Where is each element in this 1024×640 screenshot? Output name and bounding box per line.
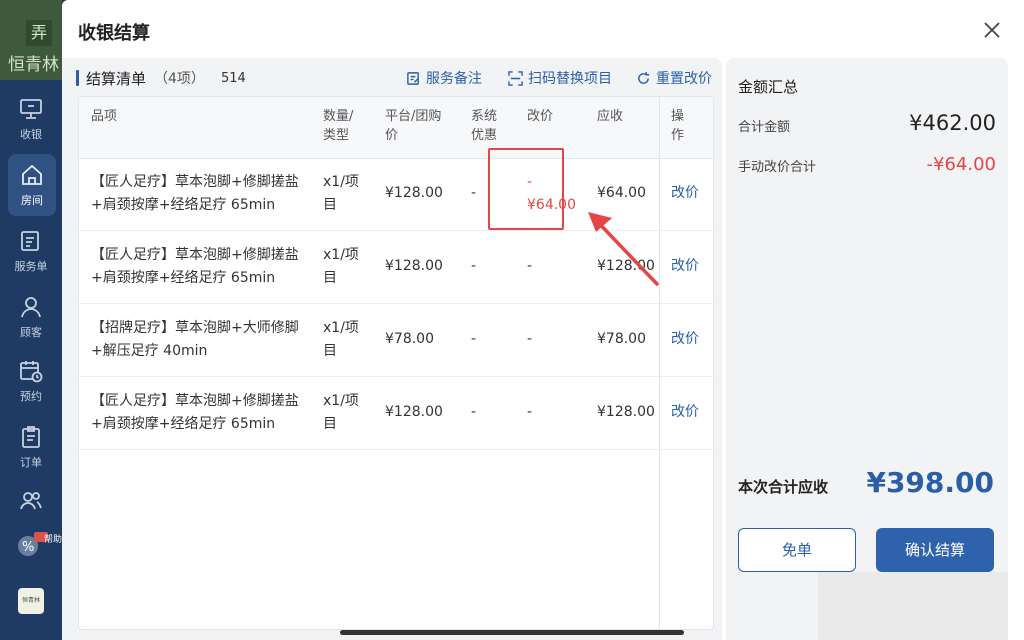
clipboard-icon [22,426,40,448]
nav-label: 收银 [20,128,42,141]
header-discount: 系统优惠 [471,109,498,143]
total-amount-label: 合计金额 [738,120,791,135]
footer-logo: 恒青林 [0,588,62,614]
item-name: 【匠人足疗】草本泡脚+修脚搓盐+肩颈按摩+经络足疗 65min [91,393,299,432]
item-price: ¥128.00 [385,258,443,274]
help-logo-icon: % [18,532,48,556]
op-column-divider [659,97,660,629]
item-name: 【匠人足疗】草本泡脚+修脚搓盐+肩颈按摩+经络足疗 65min [91,247,299,286]
item-adjust: - [527,258,533,274]
adjust-price-link[interactable]: 改价 [671,255,699,278]
close-icon[interactable] [980,18,1004,42]
nav-label: 服务单 [14,260,48,273]
side-nav: 弄 恒青林 收银 房间 服务单 顾客 预约 订单 % 帮助 恒青林 [0,0,62,640]
item-qty: x1/项目 [323,247,359,286]
free-order-button[interactable]: 免单 [738,528,856,572]
header-receivable: 应收 [597,109,624,124]
brand-name: 恒青林 [8,55,59,75]
settlement-list-card: 结算清单 （4项） 514 服务备注 扫码替换项目 重置改价 品项 数量/类型 … [62,58,722,640]
house-icon [22,164,42,185]
confirm-checkout-button[interactable]: 确认结算 [876,528,994,572]
obscured-corner [818,572,1008,640]
checkout-modal: 收银结算 结算清单 （4项） 514 服务备注 扫码替换项目 重置改价 品项 数… [62,0,1024,640]
item-name: 【匠人足疗】草本泡脚+修脚搓盐+肩颈按摩+经络足疗 65min [91,174,299,213]
nav-item-orders[interactable]: 订单 [0,424,62,470]
item-qty: x1/项目 [323,320,359,359]
table-row: 【匠人足疗】草本泡脚+修脚搓盐+肩颈按摩+经络足疗 65min x1/项目 ¥1… [79,378,713,450]
help-badge: 帮助 [44,535,62,545]
nav-label: 顾客 [20,326,42,339]
footer-logo-text: 恒青林 [18,588,44,614]
adjust-price-link[interactable]: 改价 [671,401,699,424]
service-note-label: 服务备注 [426,71,482,87]
item-receivable: ¥128.00 [597,404,655,420]
reset-price-button[interactable]: 重置改价 [636,68,712,88]
nav-item-customer[interactable]: 顾客 [0,294,62,340]
brand-logo: 弄 [26,20,52,46]
scan-replace-label: 扫码替换项目 [528,71,612,87]
list-count: （4项） [154,71,205,87]
item-name: 【招牌足疗】草本泡脚+大师修脚+解压足疗 40min [91,320,299,359]
nav-label: 房间 [21,194,43,207]
annotation-highlight-box [488,148,564,230]
adjust-price-link[interactable]: 改价 [671,182,699,205]
item-adjust: - [527,404,533,420]
nav-item-room[interactable]: 房间 [8,154,56,216]
home-indicator [340,630,684,635]
user-icon [21,297,41,318]
item-discount: - [471,404,477,420]
group-icon [20,492,42,510]
header-item: 品项 [91,109,118,124]
brand-area: 弄 恒青林 [0,0,62,80]
item-price: ¥128.00 [385,185,443,201]
monitor-icon [20,99,42,119]
item-qty: x1/项目 [323,393,359,432]
settlement-table: 品项 数量/类型 平台/团购价 系统优惠 改价 应收 操作 【匠人足疗】草本泡脚… [78,96,714,630]
scan-icon [508,70,523,86]
manual-adjust-label: 手动改价合计 [738,160,817,175]
table-header: 品项 数量/类型 平台/团购价 系统优惠 改价 应收 操作 [79,97,713,159]
due-total-value: ¥398.00 [866,466,994,499]
nav-item-service[interactable]: 服务单 [0,228,62,274]
nav-item-help[interactable]: % 帮助 [0,530,62,564]
reset-price-label: 重置改价 [656,71,712,87]
nav-item-booking[interactable]: 预约 [0,358,62,404]
header-price: 平台/团购价 [385,109,442,143]
service-list-icon [21,231,39,251]
total-amount-value: ¥462.00 [909,111,996,135]
edit-note-icon [407,71,419,85]
nav-label: 预约 [20,390,42,403]
modal-title: 收银结算 [78,23,150,44]
calendar-clock-icon [20,361,43,383]
item-receivable: ¥78.00 [597,331,646,347]
scan-replace-button[interactable]: 扫码替换项目 [508,68,612,88]
item-discount: - [471,331,477,347]
item-adjust: - [527,331,533,347]
amount-summary-card: 金额汇总 合计金额 ¥462.00 手动改价合计 -¥64.00 本次合计应收 … [726,58,1008,640]
service-note-button[interactable]: 服务备注 [406,68,482,88]
list-header: 结算清单 （4项） 514 [76,68,246,88]
nav-label: 订单 [20,456,42,469]
list-title: 结算清单 [86,69,147,88]
item-discount: - [471,258,477,274]
adjust-price-link[interactable]: 改价 [671,328,699,351]
item-price: ¥128.00 [385,404,443,420]
header-qty: 数量/类型 [323,109,354,143]
summary-title: 金额汇总 [738,78,799,96]
title-accent-bar [76,70,79,86]
manual-adjust-value: -¥64.00 [926,154,996,175]
table-row: 【招牌足疗】草本泡脚+大师修脚+解压足疗 40min x1/项目 ¥78.00 … [79,305,713,377]
item-discount: - [471,185,477,201]
header-op: 操作 [671,109,685,143]
refresh-icon [638,71,650,84]
header-adjust: 改价 [527,109,554,124]
svg-text:%: % [22,540,34,555]
due-total-label: 本次合计应收 [738,478,829,496]
item-price: ¥78.00 [385,331,434,347]
room-code: 514 [220,70,246,86]
item-qty: x1/项目 [323,174,359,213]
nav-item-staff[interactable] [0,488,62,518]
annotation-arrow-icon [588,212,659,286]
nav-item-cashier[interactable]: 收银 [0,96,62,142]
